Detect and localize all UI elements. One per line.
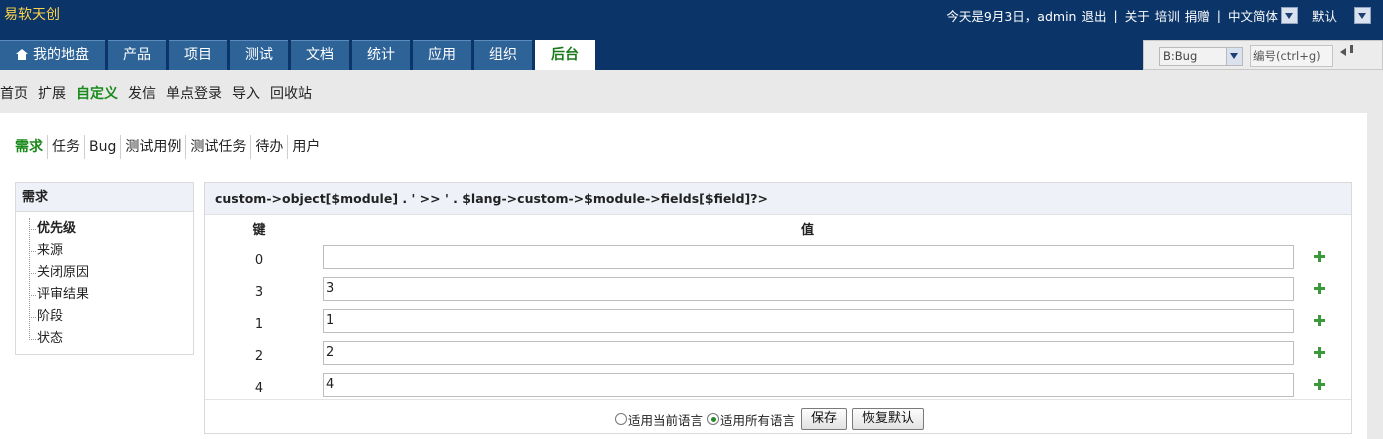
lang-all-option[interactable]: 适用所有语言 [707, 410, 795, 429]
object-id-input[interactable]: 编号(ctrl+g) [1250, 45, 1333, 67]
restore-default-button[interactable]: 恢复默认 [852, 408, 925, 430]
lang-current-option[interactable]: 适用当前语言 [615, 410, 703, 429]
language-dropdown-icon[interactable] [1280, 6, 1298, 24]
tree-item-status[interactable]: 状态 [29, 328, 193, 350]
key-header: 键 [252, 223, 266, 238]
nav-tab-label: 我的地盘 [33, 47, 89, 63]
add-row-icon[interactable] [1313, 346, 1326, 359]
tree-item-stage[interactable]: 阶段 [29, 306, 193, 328]
top-header: 易软天创 今天是9月3日，admin 退出 | 关于 培训 捐赠 | 中文简体 … [0, 0, 1383, 70]
language-label[interactable]: 中文简体 [1228, 6, 1278, 25]
submenu-extension[interactable]: 扩展 [38, 83, 66, 103]
save-button[interactable]: 保存 [801, 408, 848, 430]
chevron-down-icon[interactable] [1226, 48, 1242, 65]
about-link[interactable]: 关于 [1125, 6, 1150, 25]
lang-current-radio[interactable] [615, 413, 627, 425]
tab-bug[interactable]: Bug [85, 135, 122, 159]
nav-tab-project[interactable]: 项目 [169, 40, 227, 70]
table-row: 3 3 [205, 277, 1351, 309]
row-key: 0 [254, 253, 264, 268]
submenu-sso[interactable]: 单点登录 [166, 83, 222, 103]
editor-title: custom->object[$module] . ' >> ' . $lang… [205, 183, 1351, 215]
add-row-icon[interactable] [1313, 314, 1326, 327]
tree-title: 需求 [16, 183, 193, 212]
nav-tab-qa[interactable]: 测试 [230, 40, 288, 70]
table-row: 2 2 [205, 341, 1351, 373]
tab-user[interactable]: 用户 [288, 135, 324, 159]
donate-link[interactable]: 捐赠 [1185, 6, 1210, 25]
logout-link[interactable]: 退出 [1081, 6, 1106, 25]
nav-tab-product[interactable]: 产品 [108, 40, 166, 70]
date-user-text: 今天是9月3日，admin [946, 8, 1077, 24]
table-row: 1 1 [205, 309, 1351, 341]
theme-label[interactable]: 默认 [1312, 6, 1337, 25]
tab-task[interactable]: 任务 [48, 135, 85, 159]
row-key: 4 [254, 381, 264, 396]
row-key: 3 [254, 285, 264, 300]
nav-tab-report[interactable]: 统计 [352, 40, 410, 70]
tree-item-pri[interactable]: 优先级 [29, 218, 193, 240]
tree-list: 优先级 来源 关闭原因 评审结果 阶段 状态 [16, 218, 193, 350]
theme-dropdown-icon[interactable] [1354, 6, 1371, 24]
nav-tab-company[interactable]: 组织 [474, 40, 532, 70]
brand-logo[interactable]: 易软天创 [4, 4, 60, 24]
quick-search: B:Bug 编号(ctrl+g) [1143, 40, 1383, 70]
submenu-mail[interactable]: 发信 [128, 83, 156, 103]
main-nav: 我的地盘 产品 项目 测试 文档 统计 应用 组织 后台 [0, 40, 598, 70]
return-icon[interactable] [1340, 45, 1354, 57]
value-input[interactable]: 3 [323, 277, 1294, 301]
row-key: 1 [254, 317, 264, 332]
field-tree: 需求 优先级 来源 关闭原因 评审结果 阶段 状态 [15, 182, 194, 355]
module-tabs: 需求 任务 Bug 测试用例 测试任务 待办 用户 [15, 134, 324, 160]
language-scope-options: 适用当前语言 适用所有语言 保存 恢复默认 [615, 408, 925, 430]
tree-item-reason[interactable]: 关闭原因 [29, 262, 193, 284]
admin-submenu: 首页 扩展 自定义 发信 单点登录 导入 回收站 [0, 83, 322, 103]
top-right-links: 今天是9月3日，admin 退出 | 关于 培训 捐赠 | 中文简体 默认 [946, 6, 1383, 24]
lang-current-label: 适用当前语言 [628, 412, 704, 428]
nav-tab-admin[interactable]: 后台 [535, 40, 595, 70]
home-icon [16, 49, 28, 60]
value-header: 值 [801, 223, 815, 238]
nav-tab-doc[interactable]: 文档 [291, 40, 349, 70]
lang-all-label: 适用所有语言 [720, 412, 796, 428]
add-row-icon[interactable] [1313, 378, 1326, 391]
submenu-trash[interactable]: 回收站 [270, 83, 312, 103]
lang-all-radio[interactable] [707, 413, 720, 425]
add-row-icon[interactable] [1313, 282, 1326, 295]
tree-item-source[interactable]: 来源 [29, 240, 193, 262]
divider: | [1113, 7, 1118, 23]
editor-footer: 适用当前语言 适用所有语言 保存 恢复默认 [205, 399, 1351, 434]
object-type-select[interactable]: B:Bug [1159, 47, 1243, 66]
table-header: 键 值 [205, 219, 1351, 239]
object-type-value: B:Bug [1163, 49, 1198, 63]
nav-tab-my[interactable]: 我的地盘 [0, 40, 105, 70]
submenu-import[interactable]: 导入 [232, 83, 260, 103]
tab-todo[interactable]: 待办 [251, 135, 289, 159]
value-input[interactable]: 4 [323, 373, 1294, 397]
row-key: 2 [254, 349, 264, 364]
tree-item-review[interactable]: 评审结果 [29, 284, 193, 306]
tab-testcase[interactable]: 测试用例 [121, 135, 187, 159]
submenu-home[interactable]: 首页 [0, 83, 28, 103]
value-input[interactable]: 2 [323, 341, 1294, 365]
value-input[interactable] [323, 245, 1294, 269]
table-row: 0 [205, 245, 1351, 277]
nav-tab-app[interactable]: 应用 [413, 40, 471, 70]
main-panel: 需求 任务 Bug 测试用例 测试任务 待办 用户 需求 优先级 来源 关闭原因… [0, 113, 1367, 439]
tab-testtask[interactable]: 测试任务 [186, 135, 252, 159]
training-link[interactable]: 培训 [1155, 6, 1180, 25]
tab-story[interactable]: 需求 [15, 135, 48, 159]
divider: | [1216, 7, 1221, 23]
value-input[interactable]: 1 [323, 309, 1294, 333]
submenu-custom[interactable]: 自定义 [76, 83, 118, 103]
add-row-icon[interactable] [1313, 250, 1326, 263]
value-editor: custom->object[$module] . ' >> ' . $lang… [204, 182, 1352, 434]
